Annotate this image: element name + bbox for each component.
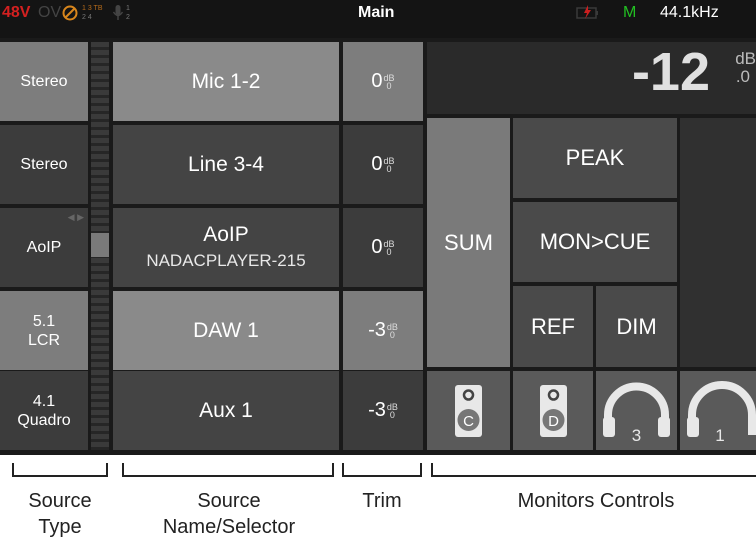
source-type-bracket (12, 463, 108, 477)
battery-charging-icon (576, 5, 598, 19)
ref-button[interactable]: REF (513, 286, 593, 367)
source-type-2[interactable]: Stereo (0, 125, 88, 204)
source-type-5-line1: 4.1 (32, 392, 56, 410)
mon-cue-button[interactable]: MON>CUE (513, 202, 677, 282)
source-name-1[interactable]: Mic 1-2 (113, 42, 339, 121)
trim-3-value: 0 (371, 236, 383, 258)
source-type-3-label: AoIP (26, 238, 62, 256)
headphones-3-button[interactable]: 3 (596, 371, 677, 450)
speaker-d-letter: D (548, 413, 559, 430)
trim-5-value: -3 (368, 399, 386, 421)
trim-decimal: 0 (386, 163, 392, 174)
source-type-caption-line2: Type (38, 516, 82, 538)
monitors-bracket (431, 463, 756, 477)
level-unit: dB (735, 49, 756, 68)
speaker-c-button[interactable]: C (427, 371, 510, 450)
speaker-d-button[interactable]: D (513, 371, 593, 450)
trim-caption: Trim (362, 490, 402, 512)
source-name-caption: Source Name/Selector (118, 488, 340, 540)
headphones-1-button[interactable]: 1 (680, 371, 756, 450)
mic-icon (112, 5, 124, 20)
source-name-4[interactable]: DAW 1 (113, 291, 339, 370)
speaker-icon: C (455, 385, 482, 437)
level-display: -12 dB .0 (427, 42, 756, 114)
speaker-c-letter: C (463, 413, 474, 430)
status-bar: 48V OV 1 3 TB 2 4 1 2 Main M 44.1kHz (0, 0, 756, 38)
phantom-power-indicator: 48V (2, 4, 31, 21)
trim-2[interactable]: 0 dB 0 (343, 125, 423, 204)
monitor-mode-title: Main (358, 4, 395, 21)
headphones-1-number: 1 (715, 426, 724, 445)
input-digits-bottom: 2 4 (82, 14, 92, 21)
source-name-3-label: AoIP (203, 222, 249, 246)
headphones-icon: 1 (687, 381, 756, 445)
monitors-caption: Monitors Controls (517, 490, 675, 512)
input-digits-top: 1 3 TB (82, 5, 103, 12)
input-level-meter-fill (91, 233, 109, 257)
trim-decimal: 0 (389, 329, 395, 340)
level-value: -12 (631, 42, 710, 102)
source-type-5-line2: Quadro (17, 411, 71, 429)
trim-2-value: 0 (371, 153, 383, 175)
source-type-caption: Source Type (0, 488, 120, 540)
source-name-bracket (122, 463, 334, 477)
peak-button[interactable]: PEAK (513, 118, 677, 198)
source-type-4[interactable]: 5.1 LCR (0, 291, 88, 370)
headphones-icon: 3 (603, 382, 670, 445)
level-decimal: .0 (735, 67, 750, 86)
trim-1-value: 0 (371, 70, 383, 92)
chevron-left-right-icon: ◀ ▶ (67, 212, 84, 222)
source-name-2[interactable]: Line 3-4 (113, 125, 339, 204)
source-name-5[interactable]: Aux 1 (113, 371, 339, 450)
sync-indicator: M (623, 4, 637, 21)
source-name-3-device: NADACPLAYER-215 (146, 250, 306, 270)
trim-3[interactable]: 0 dB 0 (343, 208, 423, 287)
trim-1[interactable]: 0 dB 0 (343, 42, 423, 121)
source-name-3[interactable]: AoIP NADACPLAYER-215 (113, 208, 339, 287)
dim-button[interactable]: DIM (596, 286, 677, 367)
source-name-caption-line2: Name/Selector (162, 516, 296, 538)
source-type-caption-line1: Source (28, 490, 92, 512)
speaker-icon: D (540, 385, 567, 437)
trim-bracket (342, 463, 422, 477)
source-name-caption-line1: Source (197, 490, 261, 512)
device-screen: 48V OV 1 3 TB 2 4 1 2 Main M 44.1kHz Ste… (0, 0, 756, 455)
overload-indicator: OV (38, 4, 62, 21)
source-type-4-line2: LCR (27, 331, 60, 349)
trim-5[interactable]: -3 dB 0 (343, 371, 423, 450)
trim-decimal: 0 (386, 246, 392, 257)
sum-button[interactable]: SUM (427, 118, 510, 367)
source-type-3[interactable]: AoIP ◀ ▶ (0, 208, 88, 287)
sample-rate: 44.1kHz (660, 4, 719, 21)
mic-digit-top: 1 (126, 5, 130, 12)
trim-decimal: 0 (389, 409, 395, 420)
empty-control-slot (680, 118, 756, 367)
headphones-3-number: 3 (632, 426, 641, 445)
source-type-5[interactable]: 4.1 Quadro (0, 371, 88, 450)
mic-digit-bottom: 2 (126, 14, 130, 21)
source-type-1[interactable]: Stereo (0, 42, 88, 121)
source-type-4-line1: 5.1 (32, 312, 56, 330)
trim-decimal: 0 (386, 80, 392, 91)
overload-warning-icon (62, 5, 78, 21)
trim-4-value: -3 (368, 319, 386, 341)
trim-4[interactable]: -3 dB 0 (343, 291, 423, 370)
